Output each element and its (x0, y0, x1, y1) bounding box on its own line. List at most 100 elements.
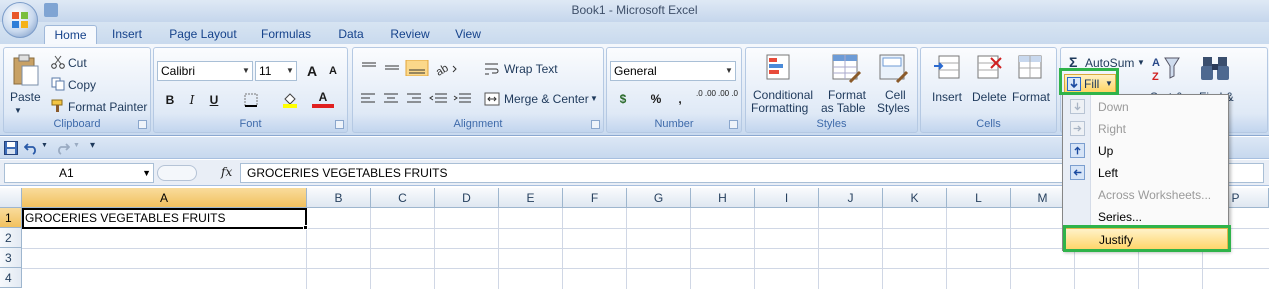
font-group: Calibri ▼ 11 ▼ A A B I U A Font (153, 47, 348, 133)
fill-button-label: Fill (1084, 77, 1100, 91)
paste-button[interactable]: Paste (10, 90, 41, 104)
fill-down-icon (1067, 77, 1081, 91)
number-launcher-icon[interactable] (729, 120, 738, 129)
fill-menu-item-justify[interactable]: Justify (1063, 228, 1228, 250)
delete-button[interactable]: Delete (972, 90, 1007, 104)
insert-button[interactable]: Insert (932, 90, 962, 104)
number-format-select[interactable]: General ▼ (610, 61, 736, 81)
undo-dropdown-icon[interactable]: ▼ (41, 142, 48, 149)
customize-qat-icon[interactable]: ▾ (90, 140, 95, 151)
autosum-button[interactable]: AutoSum (1085, 56, 1134, 70)
font-size-select[interactable]: 11 ▼ (255, 61, 297, 81)
fill-handle[interactable] (303, 225, 308, 230)
format-as-table-line2[interactable]: as Table (821, 101, 865, 115)
column-header-h[interactable]: H (691, 188, 755, 208)
font-launcher-icon[interactable] (335, 120, 344, 129)
currency-button[interactable]: $ (612, 88, 634, 110)
fill-menu-item-across-worksheets[interactable]: Across Worksheets... (1063, 184, 1228, 206)
cell-a1[interactable]: GROCERIES VEGETABLES FRUITS (22, 208, 307, 229)
copy-button[interactable]: Copy (68, 78, 96, 92)
cells-group-label: Cells (976, 118, 1001, 130)
column-header-b[interactable]: B (307, 188, 371, 208)
fill-menu-item-down[interactable]: Down (1063, 96, 1228, 118)
autosum-dropdown-icon[interactable]: ▼ (1137, 58, 1145, 67)
column-header-g[interactable]: G (627, 188, 691, 208)
tab-insert[interactable]: Insert (104, 25, 150, 44)
format-button[interactable]: Format (1012, 90, 1050, 104)
horizontal-align-icons[interactable] (359, 91, 475, 107)
column-header-f[interactable]: F (563, 188, 627, 208)
row-header-1[interactable]: 1 (0, 208, 22, 228)
clipboard-group-label: Clipboard (53, 118, 101, 130)
shrink-font-button[interactable]: A (322, 60, 344, 82)
fill-button[interactable]: Fill ▼ (1064, 74, 1116, 94)
fill-menu-item-series[interactable]: Series... (1063, 206, 1228, 228)
italic-button[interactable]: I (181, 89, 203, 111)
paste-dropdown-icon[interactable]: ▼ (14, 106, 22, 115)
column-header-a[interactable]: A (22, 188, 307, 208)
alignment-launcher-icon[interactable] (591, 120, 600, 129)
tab-view[interactable]: View (448, 25, 488, 44)
fill-menu-label-series: Series... (1098, 210, 1143, 224)
decrease-decimal-button[interactable]: .00 .0 (717, 88, 739, 110)
redo-icon[interactable] (56, 141, 70, 155)
vertical-align-icons[interactable] (359, 60, 429, 76)
row-header-2[interactable]: 2 (0, 228, 22, 248)
format-as-table-line1[interactable]: Format (828, 88, 866, 102)
cut-button[interactable]: Cut (68, 56, 87, 70)
select-all-corner[interactable] (0, 188, 22, 208)
cell-styles-line1[interactable]: Cell (885, 88, 906, 102)
row-header-4[interactable]: 4 (0, 268, 22, 288)
save-icon[interactable] (4, 141, 18, 155)
column-header-j[interactable]: J (819, 188, 883, 208)
insert-function-icon[interactable]: fx (221, 165, 232, 179)
office-logo-icon (12, 12, 28, 28)
cells-group: Insert Delete Format Cells (920, 47, 1057, 133)
wrap-text-button[interactable]: Wrap Text (504, 62, 558, 76)
office-button[interactable] (2, 2, 38, 38)
name-box[interactable]: A1 ▼ (4, 163, 154, 183)
font-name-select[interactable]: Calibri ▼ (157, 61, 253, 81)
bold-button[interactable]: B (159, 89, 181, 111)
merge-dropdown-icon[interactable]: ▼ (590, 94, 598, 103)
fill-color-icon[interactable] (282, 92, 298, 108)
conditional-formatting-line1[interactable]: Conditional (753, 88, 813, 102)
tab-data[interactable]: Data (330, 25, 372, 44)
fill-menu-item-right[interactable]: Right (1063, 118, 1228, 140)
fill-left-icon (1070, 165, 1085, 180)
percent-button[interactable]: % (645, 88, 667, 110)
underline-button[interactable]: U (203, 89, 225, 111)
format-as-table-icon (832, 54, 862, 84)
orientation-icon[interactable]: ab (435, 60, 459, 76)
tab-formulas[interactable]: Formulas (254, 25, 318, 44)
fill-menu-item-up[interactable]: Up (1063, 140, 1228, 162)
column-header-c[interactable]: C (371, 188, 435, 208)
column-header-k[interactable]: K (883, 188, 947, 208)
clipboard-launcher-icon[interactable] (138, 120, 147, 129)
merge-center-button[interactable]: Merge & Center (504, 92, 589, 106)
undo-icon[interactable] (24, 141, 38, 155)
column-header-l[interactable]: L (947, 188, 1011, 208)
column-header-i[interactable]: I (755, 188, 819, 208)
column-header-e[interactable]: E (499, 188, 563, 208)
comma-button[interactable]: , (669, 88, 691, 110)
clipboard-group: Paste ▼ Cut Copy Format Painter Clipboar… (3, 47, 151, 133)
cell-styles-line2[interactable]: Styles (877, 101, 910, 115)
conditional-formatting-line2[interactable]: Formatting (751, 101, 808, 115)
format-cells-icon (1018, 55, 1042, 79)
row-header-3[interactable]: 3 (0, 248, 22, 268)
column-header-d[interactable]: D (435, 188, 499, 208)
font-group-label: Font (239, 118, 262, 130)
fill-menu-item-left[interactable]: Left (1063, 162, 1228, 184)
formula-bar-expand-handle[interactable] (157, 165, 197, 181)
tab-home[interactable]: Home (44, 25, 97, 44)
tab-page-layout[interactable]: Page Layout (164, 25, 242, 44)
tab-review[interactable]: Review (384, 25, 436, 44)
redo-dropdown-icon[interactable]: ▼ (73, 142, 80, 149)
borders-icon[interactable] (244, 93, 258, 107)
grow-font-button[interactable]: A (301, 60, 323, 82)
increase-decimal-button[interactable]: .0 .00 (695, 88, 717, 110)
format-painter-button[interactable]: Format Painter (68, 100, 147, 114)
delete-cells-icon (977, 55, 1002, 79)
font-color-button[interactable]: A (312, 88, 334, 108)
